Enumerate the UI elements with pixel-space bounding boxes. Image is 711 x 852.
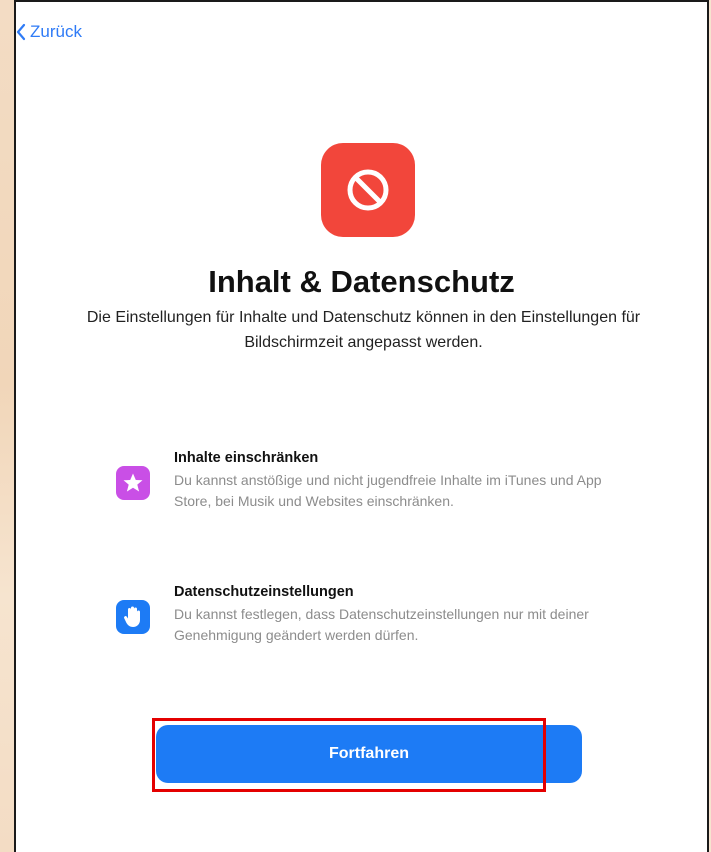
hand-icon [116, 600, 150, 634]
background-left-edge [0, 0, 14, 852]
continue-button[interactable]: Fortfahren [156, 725, 582, 783]
chevron-left-icon [16, 23, 26, 41]
feature-restrict-content: Inhalte einschränken Du kannst anstößige… [116, 448, 636, 511]
feature-title: Datenschutzeinstellungen [174, 584, 354, 600]
page-subtitle: Die Einstellungen für Inhalte und Datens… [86, 309, 641, 351]
back-button-label: Zurück [30, 22, 82, 41]
feature-description: Du kannst anstößige und nicht jugendfrei… [174, 472, 602, 509]
feature-privacy-settings: Datenschutzeinstellungen Du kannst festl… [116, 582, 636, 645]
restriction-icon [321, 143, 415, 237]
page-title: Inhalt & Datenschutz [208, 264, 515, 299]
feature-title: Inhalte einschränken [174, 450, 319, 466]
back-button[interactable]: Zurück [16, 22, 82, 42]
setup-screen: Zurück Inhalt & Datenschutz Die Einstell… [14, 0, 709, 852]
star-icon [116, 466, 150, 500]
feature-description: Du kannst festlegen, dass Datenschutzein… [174, 606, 589, 643]
